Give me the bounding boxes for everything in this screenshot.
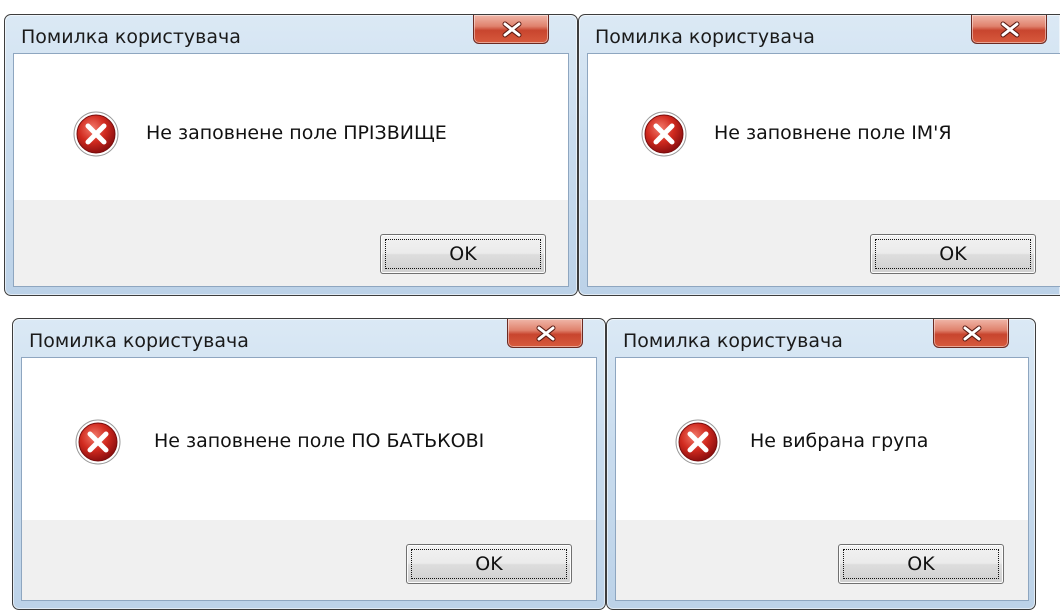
error-icon — [641, 111, 687, 157]
close-button[interactable] — [933, 319, 1009, 348]
ok-button-label: OK — [449, 243, 477, 265]
dialog-title: Помилка користувача — [595, 26, 815, 48]
error-icon — [73, 111, 119, 157]
close-button[interactable] — [507, 319, 583, 348]
ok-button[interactable]: OK — [838, 544, 1004, 584]
ok-button-label: OK — [939, 243, 967, 265]
ok-button-label: OK — [475, 553, 503, 575]
message-area: Не заповнене поле ПРІЗВИЩЕ — [14, 54, 568, 200]
close-icon — [502, 21, 522, 38]
ok-button[interactable]: OK — [870, 234, 1036, 274]
dialog-body: Не заповнене поле ПО БАТЬКОВІ OK — [21, 357, 597, 601]
error-dialog-first-name: Помилка користувача Не заповнене поле ІМ… — [578, 14, 1060, 296]
error-dialog-patronymic: Помилка користувача Не заповнене поле ПО… — [12, 318, 606, 610]
dialog-body: Не заповнене поле ПРІЗВИЩЕ OK — [13, 53, 569, 287]
error-icon — [675, 419, 721, 465]
error-icon — [75, 419, 121, 465]
close-button[interactable] — [971, 15, 1047, 44]
message-area: Не вибрана група — [616, 358, 1028, 520]
message-area: Не заповнене поле ІМ'Я — [588, 54, 1060, 200]
ok-button[interactable]: OK — [406, 544, 572, 584]
close-icon — [536, 325, 556, 342]
close-icon — [1000, 21, 1020, 38]
ok-button-label: OK — [907, 553, 935, 575]
error-message: Не заповнене поле ПО БАТЬКОВІ — [154, 430, 485, 452]
message-area: Не заповнене поле ПО БАТЬКОВІ — [22, 358, 596, 520]
dialog-title: Помилка користувача — [623, 330, 843, 352]
dialog-title: Помилка користувача — [29, 330, 249, 352]
close-icon — [962, 325, 982, 342]
dialog-body: Не заповнене поле ІМ'Я OK — [587, 53, 1060, 287]
error-message: Не вибрана група — [750, 430, 929, 452]
error-message: Не заповнене поле ІМ'Я — [714, 122, 952, 144]
error-dialog-surname: Помилка користувача Не заповнене поле ПР… — [4, 14, 578, 296]
screenshot-canvas: Помилка користувача Не заповнене поле ПР… — [0, 0, 1060, 614]
error-dialog-group: Помилка користувача Не вибрана група OK — [606, 318, 1036, 610]
ok-button[interactable]: OK — [380, 234, 546, 274]
dialog-title: Помилка користувача — [21, 26, 241, 48]
close-button[interactable] — [473, 15, 549, 44]
dialog-body: Не вибрана група OK — [615, 357, 1029, 601]
error-message: Не заповнене поле ПРІЗВИЩЕ — [146, 122, 447, 144]
